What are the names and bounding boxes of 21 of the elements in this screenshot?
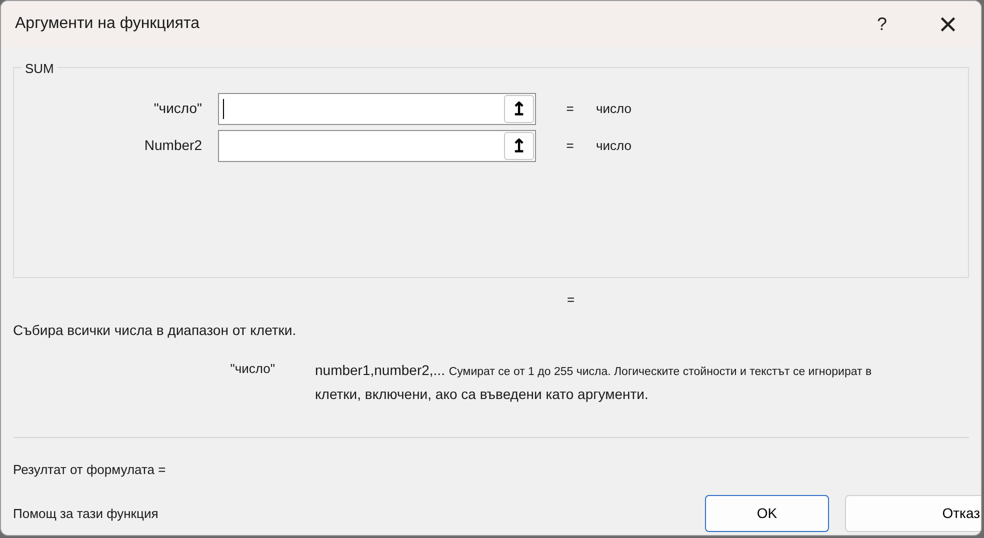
argument-name: "число" [229,360,276,378]
collapse-button[interactable]: ↥ [504,94,534,122]
close-button[interactable]: × [915,1,981,47]
argument-result: число [596,136,632,155]
argument-label: Number2 [143,136,203,155]
argument-label: "число" [152,99,203,118]
formula-result: Резултат от формулата = [13,460,167,479]
equals-sign: = [565,100,575,118]
function-description: Събира всички числа в диапазон от клетки. [13,320,298,340]
argument-field[interactable]: ↥ [218,92,536,124]
argument-result: число [596,100,632,118]
help-button[interactable]: ? [849,1,915,47]
help-link[interactable]: Помощ за тази функция [13,504,705,524]
cancel-button[interactable]: Отказ [845,495,981,532]
equals-sign: = [565,136,575,155]
ok-button[interactable]: OK [705,495,829,532]
window-title: Аргументи на функцията [15,14,200,34]
argument-description: number1,number2,... Сумират се от 1 до 255 числа. Логическите стойности и текстът се игнорират в клетки, включени, ако са въведени като аргументи. [315,360,873,404]
equals-sign: = [567,291,576,309]
argument-field[interactable]: ↥ [218,130,536,162]
collapse-button[interactable]: ↥ [504,132,534,160]
